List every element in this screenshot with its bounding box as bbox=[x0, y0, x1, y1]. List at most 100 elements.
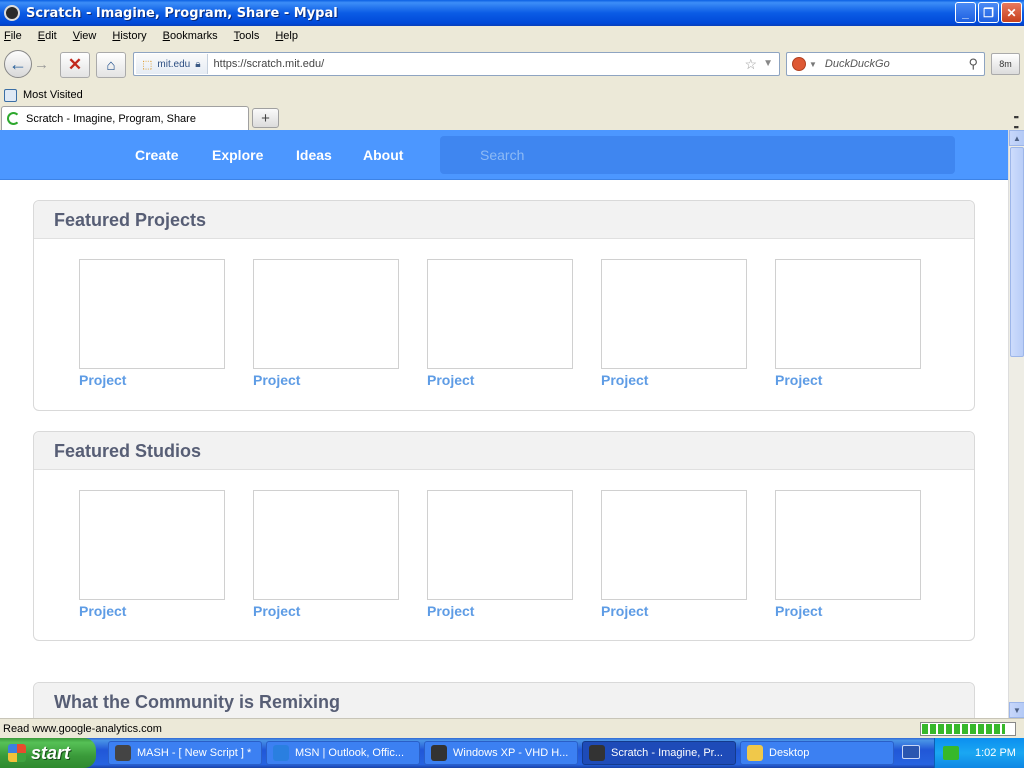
site-icon: ⬚ bbox=[142, 58, 153, 71]
clock[interactable]: 1:02 PM bbox=[975, 747, 1016, 759]
identity-domain: mit.edu bbox=[157, 58, 191, 70]
tab-label: Scratch - Imagine, Program, Share bbox=[26, 112, 196, 125]
site-identity-button[interactable]: ⬚ mit.edu 🔒︎ bbox=[136, 54, 208, 74]
menu-history[interactable]: History bbox=[112, 30, 146, 42]
progress-fill bbox=[922, 724, 1005, 734]
taskbar-item-label: Scratch - Imagine, Pr... bbox=[611, 747, 723, 759]
site-search-placeholder: Search bbox=[480, 147, 525, 163]
featured-projects-box: Featured Projects Project Project Projec… bbox=[33, 200, 975, 411]
featured-studios-box: Featured Studios Project Project Project… bbox=[33, 431, 975, 641]
menu-view[interactable]: View bbox=[73, 30, 97, 42]
nav-about[interactable]: About bbox=[363, 147, 403, 163]
status-bar: Read www.google-analytics.com bbox=[0, 718, 1024, 738]
search-icon[interactable]: ⚲ bbox=[968, 56, 978, 72]
scroll-down-icon[interactable]: ▼ bbox=[1009, 702, 1024, 718]
project-thumbnail[interactable] bbox=[601, 259, 747, 369]
studio-link[interactable]: Project bbox=[427, 603, 474, 619]
project-thumbnail[interactable] bbox=[79, 259, 225, 369]
project-thumbnail[interactable] bbox=[253, 259, 399, 369]
studio-thumbnail[interactable] bbox=[775, 490, 921, 600]
vertical-scrollbar[interactable]: ▲ ▼ bbox=[1008, 130, 1024, 718]
menu-bookmarks[interactable]: Bookmarks bbox=[163, 30, 218, 42]
tab-strip: Scratch - Imagine, Program, Share + ▪▪ ▪▪ bbox=[0, 106, 1024, 132]
duckduckgo-engine-icon[interactable] bbox=[792, 57, 806, 71]
close-window-button[interactable]: ✕ bbox=[1001, 2, 1022, 23]
url-text[interactable]: https://scratch.mit.edu/ bbox=[214, 58, 325, 70]
section-title: Featured Studios bbox=[34, 432, 974, 470]
forward-button[interactable]: → bbox=[34, 56, 56, 74]
taskbar-item-label: Windows XP - VHD H... bbox=[453, 747, 569, 759]
community-remixing-box: What the Community is Remixing bbox=[33, 682, 975, 718]
page-content: Create Explore Ideas About Search Featur… bbox=[0, 130, 1008, 718]
taskbar-item-windows-xp[interactable]: Windows XP - VHD H... bbox=[424, 741, 578, 765]
project-link[interactable]: Project bbox=[601, 372, 648, 388]
project-link[interactable]: Project bbox=[427, 372, 474, 388]
network-icon[interactable] bbox=[943, 746, 959, 760]
new-tab-button[interactable]: + bbox=[252, 108, 279, 128]
url-bar[interactable]: ⬚ mit.edu 🔒︎ https://scratch.mit.edu/ ☆ … bbox=[133, 52, 780, 76]
studio-link[interactable]: Project bbox=[253, 603, 300, 619]
project-thumbnail[interactable] bbox=[427, 259, 573, 369]
home-button[interactable]: ⌂ bbox=[96, 52, 126, 78]
taskbar-item-desktop[interactable]: Desktop bbox=[740, 741, 894, 765]
project-link[interactable]: Project bbox=[775, 372, 822, 388]
taskbar-item-label: Desktop bbox=[769, 747, 810, 759]
tab-scratch[interactable]: Scratch - Imagine, Program, Share bbox=[1, 106, 249, 130]
studio-link[interactable]: Project bbox=[601, 603, 648, 619]
project-link[interactable]: Project bbox=[253, 372, 300, 388]
scratch-navbar: Create Explore Ideas About Search bbox=[0, 130, 1008, 180]
loading-progress-bar bbox=[920, 722, 1016, 736]
taskbar-item-mash[interactable]: MASH - [ New Script ] * bbox=[108, 741, 262, 765]
status-text: Read www.google-analytics.com bbox=[3, 722, 162, 735]
title-bar: Scratch - Imagine, Program, Share - Mypa… bbox=[0, 0, 1024, 26]
taskbar-item-label: MSN | Outlook, Offic... bbox=[295, 747, 405, 759]
nav-explore[interactable]: Explore bbox=[212, 147, 263, 163]
back-button[interactable]: ← bbox=[4, 50, 32, 78]
menu-help[interactable]: Help bbox=[275, 30, 298, 42]
studio-link[interactable]: Project bbox=[775, 603, 822, 619]
taskbar-item-msn[interactable]: MSN | Outlook, Offic... bbox=[266, 741, 420, 765]
search-placeholder: DuckDuckGo bbox=[824, 58, 890, 70]
nav-ideas[interactable]: Ideas bbox=[296, 147, 332, 163]
mypal-app-icon bbox=[431, 745, 447, 761]
minimize-button[interactable]: _ bbox=[955, 2, 976, 23]
keyboard-icon[interactable] bbox=[902, 745, 920, 759]
windows-flag-icon bbox=[8, 744, 26, 762]
studio-thumbnail[interactable] bbox=[601, 490, 747, 600]
nav-create[interactable]: Create bbox=[135, 147, 179, 163]
engine-dropdown-icon[interactable]: ▼ bbox=[809, 60, 817, 69]
studio-thumbnail[interactable] bbox=[253, 490, 399, 600]
start-button[interactable]: start bbox=[0, 738, 96, 768]
project-thumbnail[interactable] bbox=[775, 259, 921, 369]
window-title: Scratch - Imagine, Program, Share - Mypa… bbox=[26, 5, 338, 21]
stop-button[interactable]: ✕ bbox=[60, 52, 90, 78]
menu-file[interactable]: File bbox=[4, 30, 22, 42]
project-link[interactable]: Project bbox=[79, 372, 126, 388]
taskbar-item-label: MASH - [ New Script ] * bbox=[137, 747, 252, 759]
site-search-input[interactable]: Search bbox=[440, 136, 955, 174]
url-history-dropdown-icon[interactable]: ▼ bbox=[763, 58, 773, 69]
taskbar-item-scratch[interactable]: Scratch - Imagine, Pr... bbox=[582, 741, 736, 765]
studio-thumbnail[interactable] bbox=[427, 490, 573, 600]
extension-button[interactable]: 8m bbox=[991, 53, 1020, 75]
tab-list-icon[interactable]: ▪▪ ▪▪ bbox=[1014, 112, 1019, 132]
most-visited-icon bbox=[4, 88, 17, 102]
start-label: start bbox=[31, 742, 71, 763]
scroll-up-icon[interactable]: ▲ bbox=[1009, 130, 1024, 146]
maximize-button[interactable]: ❐ bbox=[978, 2, 999, 23]
bookmark-star-icon[interactable]: ☆ bbox=[744, 56, 757, 73]
scrollbar-thumb[interactable] bbox=[1010, 147, 1024, 357]
mash-app-icon bbox=[115, 745, 131, 761]
section-title: What the Community is Remixing bbox=[34, 683, 974, 718]
bookmarks-toolbar: Most Visited bbox=[0, 86, 1024, 104]
search-bar[interactable]: ▼ DuckDuckGo ⚲ bbox=[786, 52, 985, 76]
menu-bar: File Edit View History Bookmarks Tools H… bbox=[0, 26, 1024, 46]
system-tray: 1:02 PM bbox=[934, 738, 1024, 768]
folder-icon bbox=[747, 745, 763, 761]
menu-edit[interactable]: Edit bbox=[38, 30, 57, 42]
studio-link[interactable]: Project bbox=[79, 603, 126, 619]
menu-tools[interactable]: Tools bbox=[234, 30, 260, 42]
bookmark-most-visited[interactable]: Most Visited bbox=[23, 89, 83, 101]
lock-icon: 🔒︎ bbox=[195, 58, 201, 70]
studio-thumbnail[interactable] bbox=[79, 490, 225, 600]
